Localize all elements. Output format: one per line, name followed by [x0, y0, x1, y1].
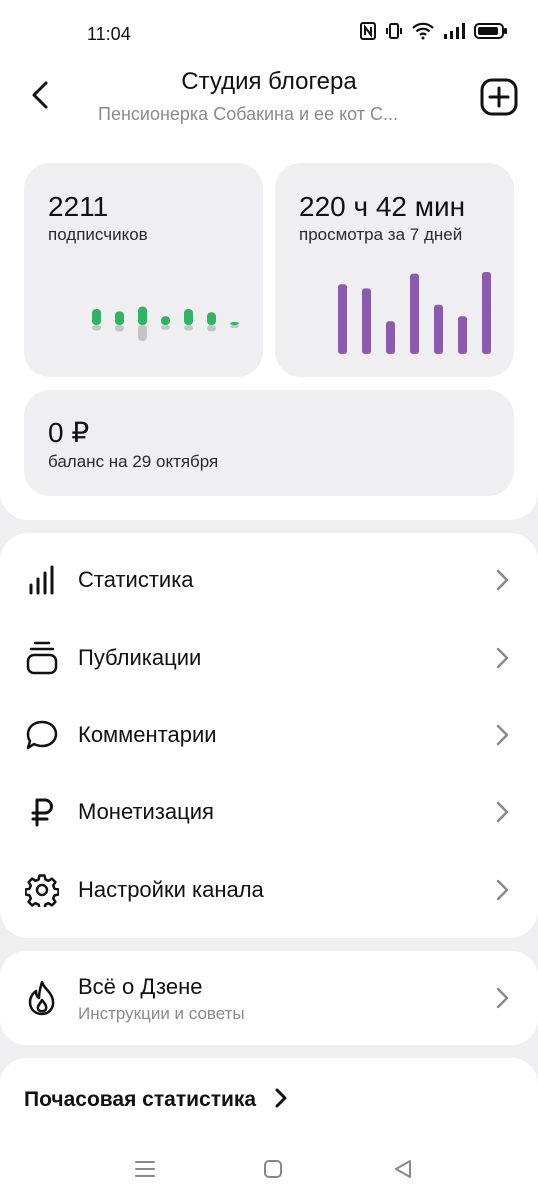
status-bar: 11:04: [0, 0, 538, 66]
menu-item-label: Статистика: [78, 567, 194, 592]
views-bar: [338, 284, 347, 354]
subscribers-loss-bar: [115, 325, 124, 332]
subscribers-loss-bar: [230, 325, 239, 328]
balance-tile[interactable]: 0 ₽ баланс на 29 октября: [24, 390, 514, 496]
views-total: 220 ч 42 мин: [299, 191, 466, 222]
views-bar: [434, 304, 443, 354]
subscribers-loss-bar: [207, 325, 216, 332]
views-bar: [458, 316, 467, 354]
back-triangle-icon[interactable]: [390, 1156, 416, 1182]
ruble-icon: [24, 794, 60, 830]
publications-stack-icon: [24, 640, 60, 676]
flame-icon: [24, 980, 60, 1016]
system-nav-bar: [0, 1140, 538, 1200]
views-tile[interactable]: 220 ч 42 мин просмотра за 7 дней: [275, 163, 514, 377]
about-dzen-title: Всё о Дзене: [78, 974, 203, 999]
chevron-right-icon: [496, 879, 509, 901]
gear-icon: [24, 872, 60, 908]
menu-item-label: Комментарии: [78, 722, 217, 747]
views-bar: [386, 321, 395, 354]
menu-item-label: Монетизация: [78, 799, 214, 824]
chevron-right-icon: [496, 724, 509, 746]
wifi-icon: [412, 22, 434, 40]
menu-item-comments[interactable]: Комментарии: [0, 696, 538, 774]
balance-label: баланс на 29 октября: [48, 452, 219, 471]
menu-item-publications[interactable]: Публикации: [0, 619, 538, 697]
subscribers-gain-bar: [207, 312, 216, 325]
views-bar: [482, 272, 491, 354]
about-dzen-card[interactable]: Всё о Дзене Инструкции и советы: [0, 951, 538, 1045]
views-label: просмотра за 7 дней: [299, 225, 463, 244]
subscribers-loss-bar: [184, 325, 193, 331]
menu-lines-icon[interactable]: [132, 1156, 158, 1182]
subscribers-loss-bar: [138, 325, 147, 341]
subscribers-count: 2211: [48, 191, 109, 222]
subscribers-label: подписчиков: [48, 225, 148, 244]
bar-chart-icon: [24, 562, 60, 598]
signal-icon: [444, 23, 465, 39]
subscribers-loss-bar: [92, 325, 101, 331]
views-mini-chart: [338, 272, 491, 354]
menu-item-label: Настройки канала: [78, 877, 264, 902]
battery-icon: [474, 23, 507, 39]
home-square-icon[interactable]: [260, 1156, 286, 1182]
nfc-icon: [360, 22, 376, 40]
subscribers-tile[interactable]: 2211 подписчиков: [24, 163, 263, 377]
chevron-right-icon: [496, 987, 509, 1009]
add-publication-icon[interactable]: [480, 78, 518, 116]
balance-amount: 0 ₽: [48, 417, 90, 448]
vibrate-icon: [386, 23, 402, 39]
menu-item-monetization[interactable]: Монетизация: [0, 773, 538, 851]
hourly-stats-title: Почасовая статистика: [24, 1088, 257, 1111]
views-bar: [410, 273, 419, 354]
menu-item-label: Публикации: [78, 645, 202, 670]
menu-item-channel-settings[interactable]: Настройки канала: [0, 851, 538, 929]
subscribers-loss-bar: [161, 325, 170, 330]
subscribers-gain-bar: [92, 309, 101, 325]
subscribers-gain-bar: [230, 322, 239, 325]
subscribers-mini-chart: [92, 306, 239, 341]
chevron-right-icon: [496, 801, 509, 823]
channel-name: Пенсионерка Собакина и ее кот С...: [98, 104, 399, 124]
subscribers-gain-bar: [184, 309, 193, 325]
subscribers-gain-bar: [161, 316, 170, 325]
hourly-stats-link[interactable]: Почасовая статистика: [24, 1088, 288, 1112]
chevron-right-icon: [275, 1088, 287, 1108]
views-bar: [362, 288, 371, 354]
chevron-right-icon: [496, 647, 509, 669]
page-title: Студия блогера: [181, 68, 357, 95]
subscribers-gain-bar: [138, 306, 147, 325]
about-dzen-subtitle: Инструкции и советы: [78, 1004, 245, 1023]
status-icons: [360, 22, 508, 40]
status-time: 11:04: [87, 24, 131, 44]
comment-bubble-icon: [24, 717, 60, 753]
menu-item-statistics[interactable]: Статистика: [0, 541, 538, 619]
subscribers-gain-bar: [115, 311, 124, 325]
studio-menu: Статистика Публикации Комментарии Монети…: [0, 533, 538, 938]
chevron-right-icon: [496, 569, 509, 591]
